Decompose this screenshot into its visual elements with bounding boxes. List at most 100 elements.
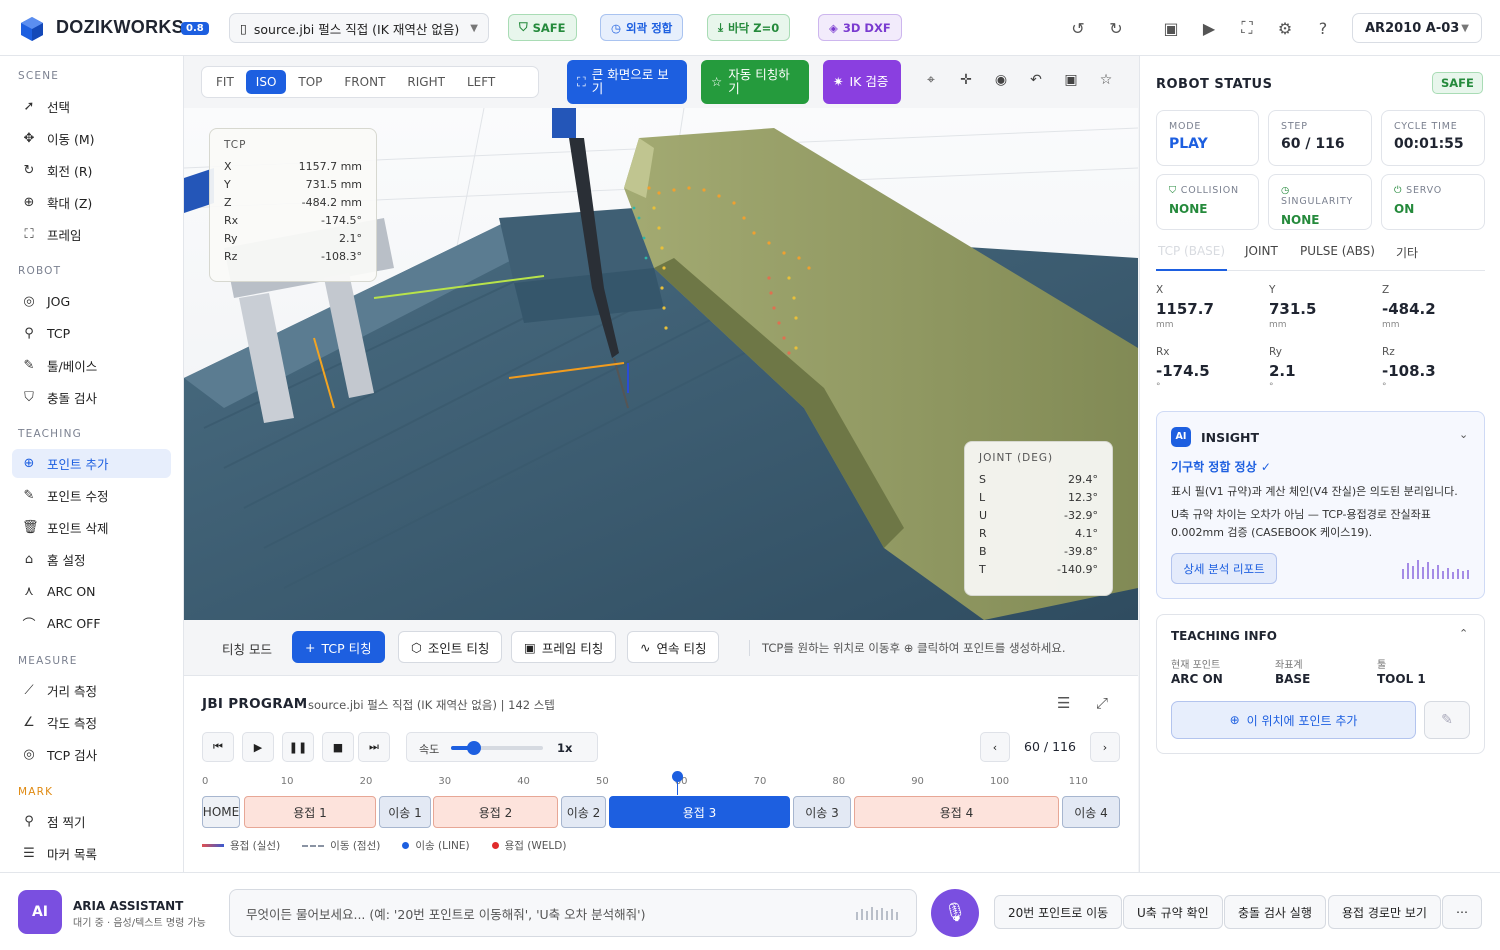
pause-button[interactable]: ❚❚ xyxy=(282,732,314,762)
sidebar-item-angle[interactable]: ∠ 각도 측정 xyxy=(12,708,171,737)
segment-weld-4[interactable]: 용접 4 xyxy=(854,796,1059,828)
dxf-tag[interactable]: ◈ 3D DXF xyxy=(818,14,902,41)
stop-button[interactable]: ■ xyxy=(322,732,354,762)
sidebar-item-move[interactable]: ✥ 이동 (M) xyxy=(12,124,171,153)
favorite-icon[interactable]: ☆ xyxy=(1096,72,1116,92)
verify-tag[interactable]: ◷ 외곽 정합 xyxy=(600,14,684,41)
coord-key: X xyxy=(1156,284,1164,296)
auto-teach-button[interactable]: ☆ 자동 티칭하기 xyxy=(701,60,809,104)
sidebar-item-marker-list[interactable]: ☰ 마커 목록 xyxy=(12,839,171,868)
add-point-here-button[interactable]: ⊕ 이 위치에 포인트 추가 xyxy=(1171,701,1416,739)
sidebar-item-collision[interactable]: ⛉ 충돌 검사 xyxy=(12,383,171,412)
tab-right[interactable]: RIGHT xyxy=(397,70,455,94)
undo-icon[interactable]: ↺ xyxy=(1066,16,1090,40)
sidebar-item-add-point[interactable]: ⊕ 포인트 추가 xyxy=(12,449,171,478)
expand-icon[interactable]: ⤢ xyxy=(1096,694,1108,712)
verify-tag-label: 외곽 정합 xyxy=(626,20,673,35)
quick-collision-button[interactable]: 충돌 검사 실행 xyxy=(1224,895,1326,929)
speed-slider-handle[interactable] xyxy=(467,741,481,755)
tab-iso[interactable]: ISO xyxy=(245,70,287,94)
tab-joint[interactable]: JOINT xyxy=(1245,244,1278,258)
sidebar-item-distance[interactable]: ⟋ 거리 측정 xyxy=(12,676,171,705)
gear-icon[interactable]: ⚙ xyxy=(1273,16,1297,40)
tab-front[interactable]: FRONT xyxy=(334,70,395,94)
play-button[interactable]: ▶ xyxy=(242,732,274,762)
detail-report-button[interactable]: 상세 분석 리포트 xyxy=(1171,553,1277,584)
more-button[interactable]: ⋯ xyxy=(1442,895,1482,929)
sidebar-item-jog[interactable]: ◎ JOG xyxy=(12,287,171,316)
snapshot-icon[interactable]: ▣ xyxy=(1061,72,1081,92)
segment-weld-1[interactable]: 용접 1 xyxy=(244,796,376,828)
sidebar-item-frame[interactable]: ⛶ 프레임 xyxy=(12,220,171,249)
segment-move-1[interactable]: 이송 1 xyxy=(379,796,431,828)
coord-item: Rz -108.3 ° xyxy=(1382,346,1436,392)
assistant-input[interactable]: 무엇이든 물어보세요... (예: '20번 포인트로 이동해줘', 'U축 오… xyxy=(229,889,917,937)
focus-icon[interactable]: ✛ xyxy=(956,72,976,92)
playhead-handle[interactable] xyxy=(672,771,683,782)
teaching-toolbar: 티칭 모드 + TCP 티칭 ⬡ 조인트 티칭 ▣ 프레임 티칭 ∿ 연속 티칭 TCP… xyxy=(184,620,1138,676)
fullscreen-view-button[interactable]: ⛶ 큰 화면으로 보기 xyxy=(567,60,687,104)
sidebar-item-arc-off[interactable]: ⌒ ARC OFF xyxy=(12,609,171,638)
sidebar-item-delete-point[interactable]: 🗑 포인트 삭제 xyxy=(12,513,171,542)
sidebar-item-zoom[interactable]: ⊕ 확대 (Z) xyxy=(12,188,171,217)
redo-icon[interactable]: ↻ xyxy=(1104,16,1128,40)
eye-icon[interactable]: ◉ xyxy=(991,72,1011,92)
segment-weld-3[interactable]: 용접 3 xyxy=(609,796,790,828)
file-selector[interactable]: ▯ source.jbi 펄스 직접 (IK 재역산 없음) ▼ xyxy=(229,13,489,43)
segment-move-3[interactable]: 이송 3 xyxy=(793,796,851,828)
prev-page-button[interactable]: ‹ xyxy=(980,732,1010,762)
coord-unit: ° xyxy=(1382,382,1387,392)
camera-icon[interactable]: ▣ xyxy=(1159,16,1183,40)
continuous-teach-button[interactable]: ∿ 연속 티칭 xyxy=(627,631,720,663)
sidebar-item-tool-base[interactable]: ✎ 툴/베이스 xyxy=(12,351,171,380)
tab-fit[interactable]: FIT xyxy=(206,70,244,94)
sidebar-item-edit-point[interactable]: ✎ 포인트 수정 xyxy=(12,481,171,510)
teaching-info-card: TEACHING INFO ⌃ 현재 포인트 ARC ON 좌표계 BASE 툴… xyxy=(1156,614,1485,754)
segment-move-2[interactable]: 이송 2 xyxy=(561,796,606,828)
speed-slider-track[interactable] xyxy=(451,741,543,755)
sidebar-item-arc-on[interactable]: ⋏ ARC ON xyxy=(12,577,171,606)
chevron-down-icon[interactable]: ⌄ xyxy=(1459,428,1468,441)
segment-weld-2[interactable]: 용접 2 xyxy=(433,796,558,828)
reset-view-icon[interactable]: ↶ xyxy=(1026,72,1046,92)
floor-tag[interactable]: ⤓ 바닥 Z=0 xyxy=(707,14,791,41)
tab-tcp-base[interactable]: TCP (BASE) xyxy=(1156,244,1228,271)
video-icon[interactable]: ▶ xyxy=(1197,16,1221,40)
next-page-button[interactable]: › xyxy=(1090,732,1120,762)
frame-teach-button[interactable]: ▣ 프레임 티칭 xyxy=(511,631,617,663)
robot-selector[interactable]: AR2010 A-03 ▼ xyxy=(1352,13,1482,43)
edit-point-button[interactable]: ✎ xyxy=(1424,701,1470,739)
sidebar-item-home[interactable]: ⌂ 홈 설정 xyxy=(12,545,171,574)
segment-move-4[interactable]: 이송 4 xyxy=(1062,796,1120,828)
crosshair-icon[interactable]: ⌖ xyxy=(921,72,941,92)
tab-left[interactable]: LEFT xyxy=(457,70,505,94)
tab-top[interactable]: TOP xyxy=(288,70,332,94)
joint-teach-button[interactable]: ⬡ 조인트 티칭 xyxy=(398,631,503,663)
joint-value: 29.4° xyxy=(1068,472,1098,486)
sidebar-item-rotate[interactable]: ↻ 회전 (R) xyxy=(12,156,171,185)
joint-value: 12.3° xyxy=(1068,490,1098,504)
help-icon[interactable]: ? xyxy=(1311,16,1335,40)
sidebar-item-tcp-check[interactable]: ◎ TCP 검사 xyxy=(12,740,171,769)
quick-u-axis-button[interactable]: U축 규약 확인 xyxy=(1123,895,1223,929)
tcp-teach-button[interactable]: + TCP 티칭 xyxy=(292,631,385,663)
teaching-hint: TCP를 원하는 위치로 이동후 ⊕ 클릭하여 포인트를 생성하세요. xyxy=(749,640,1066,656)
safe-tag[interactable]: ⛉ SAFE xyxy=(508,14,577,41)
quick-weld-path-button[interactable]: 용접 경로만 보기 xyxy=(1328,895,1441,929)
tab-other[interactable]: 기타 xyxy=(1396,244,1418,261)
tab-pulse[interactable]: PULSE (ABS) xyxy=(1300,244,1375,258)
clock-icon: ◷ xyxy=(611,20,622,35)
microphone-button[interactable]: 🎙 xyxy=(931,889,979,937)
chevron-up-icon[interactable]: ⌃ xyxy=(1459,627,1468,640)
ik-check-button[interactable]: ✷ IK 검증 xyxy=(823,60,901,104)
first-step-button[interactable]: ⏮ xyxy=(202,732,234,762)
menu-icon[interactable]: ☰ xyxy=(1057,694,1070,712)
sidebar-item-select[interactable]: ➚ 선택 xyxy=(12,92,171,121)
fullscreen-icon[interactable]: ⛶ xyxy=(1235,16,1259,40)
segment-home[interactable]: HOME xyxy=(202,796,240,828)
sidebar-item-tcp[interactable]: ⚲ TCP xyxy=(12,319,171,348)
quick-move-to-20-button[interactable]: 20번 포인트로 이동 xyxy=(994,895,1123,929)
sidebar-item-dot[interactable]: ⚲ 점 찍기 xyxy=(12,807,171,836)
status-title: ROBOT STATUS xyxy=(1156,77,1273,92)
next-step-button[interactable]: ⏭ xyxy=(358,732,390,762)
